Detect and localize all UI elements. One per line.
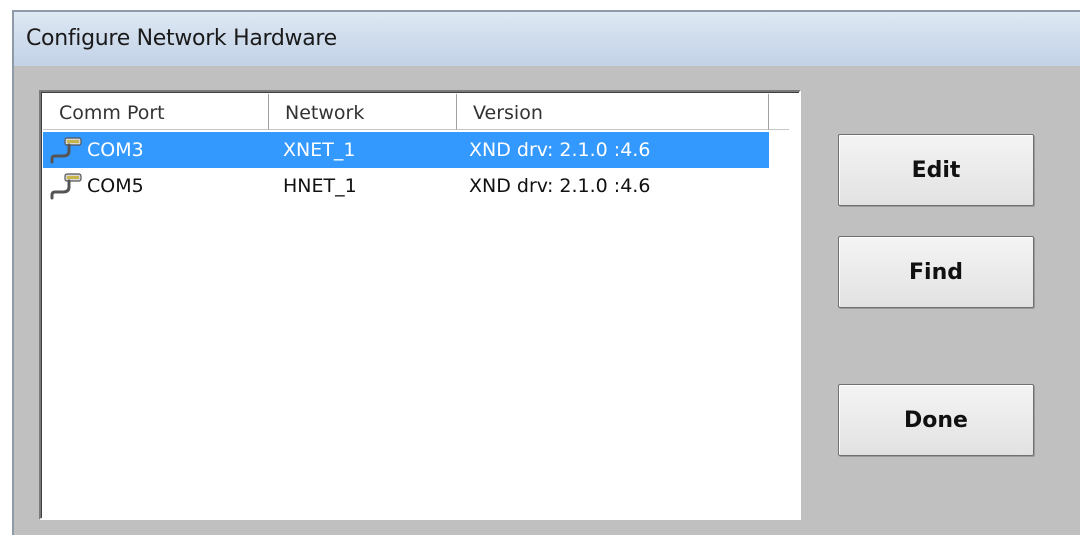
cell-comm-port: COM5 xyxy=(43,172,269,200)
port-name: COM3 xyxy=(87,139,144,161)
cell-network: HNET_1 xyxy=(283,175,357,197)
port-name: COM5 xyxy=(87,175,144,197)
cell-network: XNET_1 xyxy=(283,139,356,161)
find-button[interactable]: Find xyxy=(838,236,1034,308)
port-list[interactable]: Comm Port Network Version COM3 XNET_1 XN… xyxy=(39,90,801,520)
cell-version: XND drv: 2.1.0 :4.6 xyxy=(469,175,651,197)
done-button[interactable]: Done xyxy=(838,384,1034,456)
column-header-version[interactable]: Version xyxy=(457,94,769,130)
list-rows: COM3 XNET_1 XND drv: 2.1.0 :4.6 COM5 HNE… xyxy=(43,132,797,204)
serial-port-icon xyxy=(50,137,82,164)
title-bar[interactable]: Configure Network Hardware xyxy=(14,12,1080,66)
table-row[interactable]: COM5 HNET_1 XND drv: 2.1.0 :4.6 xyxy=(43,168,797,204)
table-row[interactable]: COM3 XNET_1 XND drv: 2.1.0 :4.6 xyxy=(43,132,769,168)
cell-comm-port: COM3 xyxy=(43,136,269,164)
list-header: Comm Port Network Version xyxy=(43,94,797,130)
edit-button[interactable]: Edit xyxy=(838,134,1034,206)
configure-network-hardware-dialog: Configure Network Hardware Comm Port Net… xyxy=(12,10,1080,535)
cell-version: XND drv: 2.1.0 :4.6 xyxy=(469,139,651,161)
column-header-network[interactable]: Network xyxy=(269,94,457,130)
column-header-comm-port[interactable]: Comm Port xyxy=(43,94,269,130)
serial-port-icon xyxy=(50,173,82,200)
window-title: Configure Network Hardware xyxy=(26,26,337,51)
column-header-filler xyxy=(769,94,789,130)
